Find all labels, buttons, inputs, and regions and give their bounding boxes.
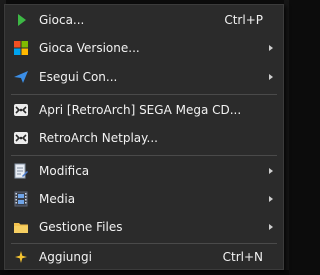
retroarch-icon <box>13 102 29 118</box>
menu-separator <box>11 94 277 95</box>
submenu-arrow-icon <box>269 45 273 51</box>
menu-item-label: RetroArch Netplay... <box>39 131 158 145</box>
background-right-edge <box>284 0 289 275</box>
submenu-arrow-icon <box>269 224 273 230</box>
folder-icon <box>13 219 29 235</box>
paper-plane-icon <box>13 69 29 85</box>
menu-item-label: Modifica <box>39 164 90 178</box>
retroarch-icon <box>13 130 29 146</box>
menu-item-gestione-files[interactable]: Gestione Files <box>5 214 283 240</box>
submenu-arrow-icon <box>269 74 273 80</box>
document-edit-icon <box>13 163 29 179</box>
submenu-arrow-icon <box>269 168 273 174</box>
menu-item-label: Gioca... <box>39 13 85 27</box>
menu-item-media[interactable]: Media <box>5 186 283 212</box>
menu-item-esegui-con[interactable]: Esegui Con... <box>5 64 283 90</box>
windows-logo-icon <box>13 40 29 56</box>
background-bottom-edge <box>0 270 289 275</box>
context-menu: Gioca... Ctrl+P Gioca Versione... Esegui… <box>4 4 284 270</box>
submenu-arrow-icon <box>269 196 273 202</box>
play-icon <box>13 12 29 28</box>
menu-item-label: Gestione Files <box>39 220 123 234</box>
menu-item-modifica[interactable]: Modifica <box>5 158 283 184</box>
menu-item-gioca-versione[interactable]: Gioca Versione... <box>5 35 283 61</box>
add-sparkle-icon <box>13 249 29 265</box>
shortcut-text: Ctrl+P <box>224 13 263 27</box>
menu-item-label: Aggiungi <box>39 250 92 264</box>
menu-item-label: Esegui Con... <box>39 70 118 84</box>
menu-item-label: Gioca Versione... <box>39 41 140 55</box>
menu-item-retroarch-netplay[interactable]: RetroArch Netplay... <box>5 125 283 151</box>
menu-item-label: Media <box>39 192 76 206</box>
menu-separator <box>11 155 277 156</box>
film-strip-icon <box>13 191 29 207</box>
menu-item-aggiungi[interactable]: Aggiungi Ctrl+N <box>5 244 283 270</box>
menu-item-label: Apri [RetroArch] SEGA Mega CD... <box>39 103 242 117</box>
menu-item-apri-retroarch[interactable]: Apri [RetroArch] SEGA Mega CD... <box>5 97 283 123</box>
menu-item-gioca[interactable]: Gioca... Ctrl+P <box>5 7 283 33</box>
shortcut-text: Ctrl+N <box>222 250 263 264</box>
